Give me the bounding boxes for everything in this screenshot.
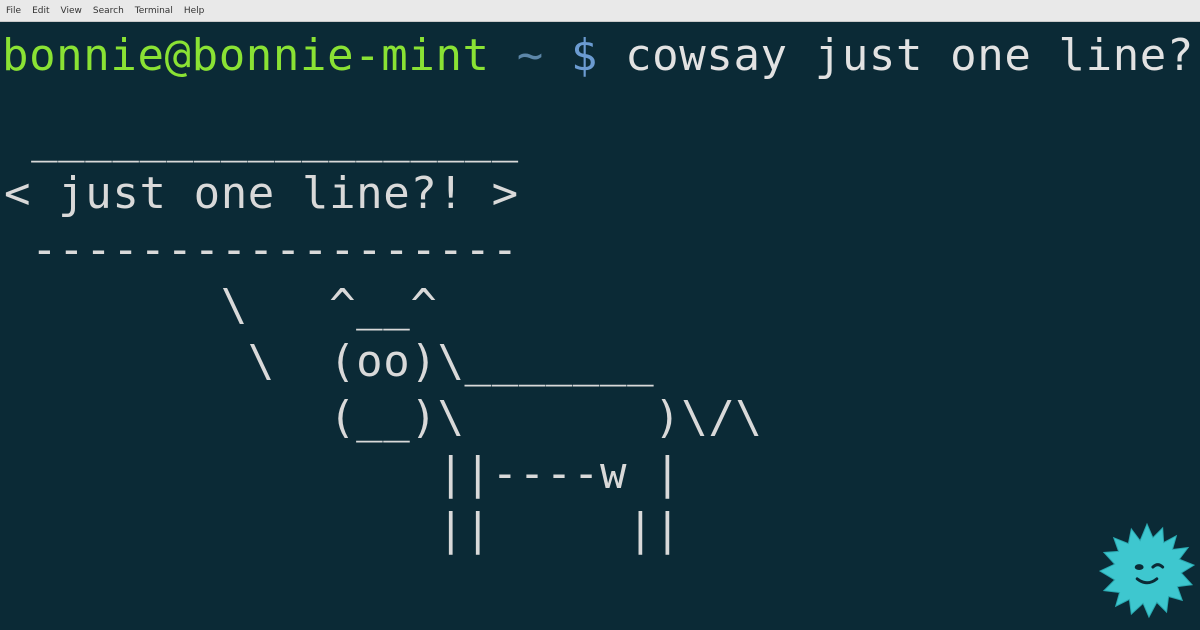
spiky-cyan-mascot-icon [1098, 522, 1196, 619]
cow-line-5: || || [4, 504, 682, 555]
speech-bubble-bottom: ------------------ [4, 224, 519, 275]
speech-bubble-top: __________________ [4, 112, 519, 163]
prompt-path: ~ [516, 30, 544, 81]
menu-view[interactable]: View [61, 6, 82, 16]
menu-bar: File Edit View Search Terminal Help [0, 0, 1200, 22]
cow-line-2: \ (oo)\_______ [4, 336, 655, 387]
terminal-window: File Edit View Search Terminal Help bonn… [0, 0, 1200, 630]
menu-search[interactable]: Search [93, 6, 124, 16]
cow-line-4: ||----w | [4, 448, 682, 499]
cow-line-1: \ ^__^ [4, 280, 438, 331]
cowsay-output: __________________ < just one line?! > -… [4, 110, 763, 558]
prompt-line: bonnie@bonnie-mint ~ $ cowsay just one l… [2, 30, 1200, 82]
speech-bubble-text: < just one line?! > [4, 168, 519, 219]
menu-file[interactable]: File [6, 6, 21, 16]
mascot-body [1098, 522, 1196, 619]
menu-edit[interactable]: Edit [32, 6, 49, 16]
prompt-symbol: $ [570, 30, 598, 81]
cow-line-3: (__)\ )\/\ [4, 392, 763, 443]
command-text: cowsay just one line?! [625, 30, 1200, 81]
menu-terminal[interactable]: Terminal [135, 6, 173, 16]
menu-help[interactable]: Help [184, 6, 205, 16]
prompt-user-host: bonnie@bonnie-mint [2, 30, 490, 81]
mascot-left-eye [1134, 564, 1144, 571]
terminal-area[interactable]: bonnie@bonnie-mint ~ $ cowsay just one l… [0, 22, 1200, 630]
